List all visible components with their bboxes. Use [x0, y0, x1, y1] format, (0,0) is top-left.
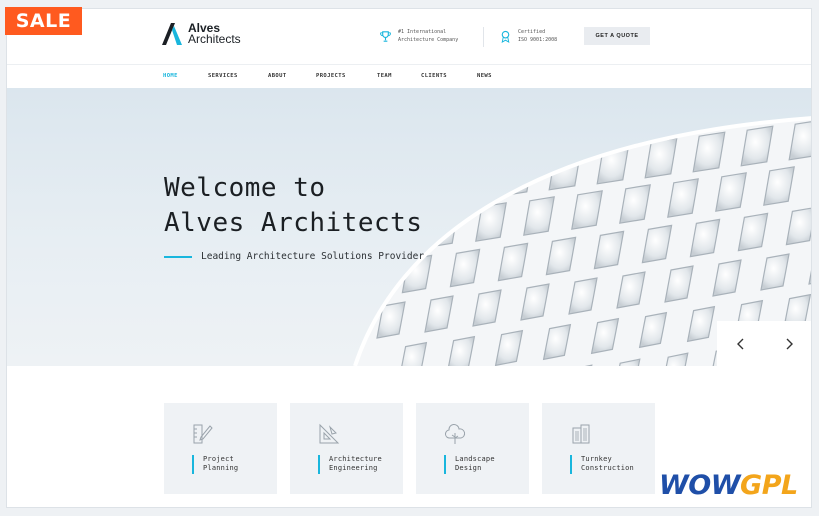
nav-item-news[interactable]: NEWS	[477, 73, 492, 79]
logo-mark-icon	[162, 23, 182, 45]
slider-prev-button[interactable]	[717, 321, 765, 366]
hero-slider: Welcome to Alves Architects Leading Arch…	[7, 88, 811, 366]
nav-item-clients[interactable]: CLIENTS	[421, 73, 447, 79]
card-label-line-1: Landscape	[455, 455, 495, 463]
logo-text: Alves Architects	[188, 22, 241, 46]
card-label-line-2: Engineering	[329, 464, 378, 472]
hero-subtitle: Leading Architecture Solutions Provider	[201, 251, 425, 262]
set-square-icon	[319, 423, 340, 444]
nav-item-about[interactable]: ABOUT	[268, 73, 287, 79]
nav-item-projects[interactable]: PROJECTS	[316, 73, 346, 79]
site-preview: Alves Architects #1 International Archit…	[6, 8, 812, 508]
get-a-quote-button[interactable]: GET A QUOTE	[584, 27, 650, 45]
hero-title: Welcome to Alves Architects	[164, 171, 422, 241]
info-certified-line-1: Certified	[518, 29, 546, 35]
service-card-landscape-design[interactable]: Landscape Design	[416, 403, 529, 494]
hero-title-line-2: Alves Architects	[164, 208, 423, 238]
chevron-right-icon	[786, 338, 793, 349]
info-international-line-2: Architecture Company	[398, 37, 459, 43]
card-accent-bar	[570, 455, 572, 474]
slider-next-button[interactable]	[765, 321, 811, 366]
pencil-ruler-icon	[193, 424, 213, 444]
tree-icon	[445, 423, 466, 444]
nav-item-home[interactable]: HOME	[163, 73, 178, 79]
logo[interactable]: Alves Architects	[162, 22, 241, 46]
card-accent-bar	[318, 455, 320, 474]
card-label-line-2: Construction	[581, 464, 634, 472]
header-divider	[483, 27, 484, 47]
trophy-icon	[380, 30, 391, 42]
info-international: #1 International Architecture Company	[379, 28, 458, 44]
card-label-line-1: Project	[203, 455, 234, 463]
card-accent-bar	[444, 455, 446, 474]
certificate-icon	[501, 30, 510, 43]
nav-item-services[interactable]: SERVICES	[208, 73, 238, 79]
logo-line-2: Architects	[188, 32, 241, 46]
main-nav: HOME SERVICES ABOUT PROJECTS TEAM CLIENT…	[7, 64, 811, 88]
card-label-line-1: Architecture	[329, 455, 382, 463]
site-header: Alves Architects #1 International Archit…	[7, 9, 811, 64]
watermark-part-1: WOW	[659, 470, 741, 501]
card-label-line-1: Turnkey	[581, 455, 612, 463]
building-icon	[572, 424, 590, 444]
info-international-line-1: #1 International	[398, 29, 447, 35]
sale-badge: SALE	[5, 7, 82, 35]
chevron-left-icon	[737, 338, 744, 349]
hero-title-line-1: Welcome to	[164, 173, 326, 203]
card-label-line-2: Design	[455, 464, 482, 472]
info-certified: Certified ISO 9001:2008	[499, 28, 557, 44]
wowgpl-watermark: WOWGPL	[659, 472, 798, 499]
watermark-part-2: GPL	[740, 470, 798, 501]
nav-item-team[interactable]: TEAM	[377, 73, 392, 79]
info-certified-line-2: ISO 9001:2008	[518, 37, 558, 43]
service-card-project-planning[interactable]: Project Planning	[164, 403, 277, 494]
service-card-turnkey-construction[interactable]: Turnkey Construction	[542, 403, 655, 494]
service-card-architecture-engineering[interactable]: Architecture Engineering	[290, 403, 403, 494]
hero-accent-line	[164, 256, 192, 258]
card-accent-bar	[192, 455, 194, 474]
card-label-line-2: Planning	[203, 464, 239, 472]
